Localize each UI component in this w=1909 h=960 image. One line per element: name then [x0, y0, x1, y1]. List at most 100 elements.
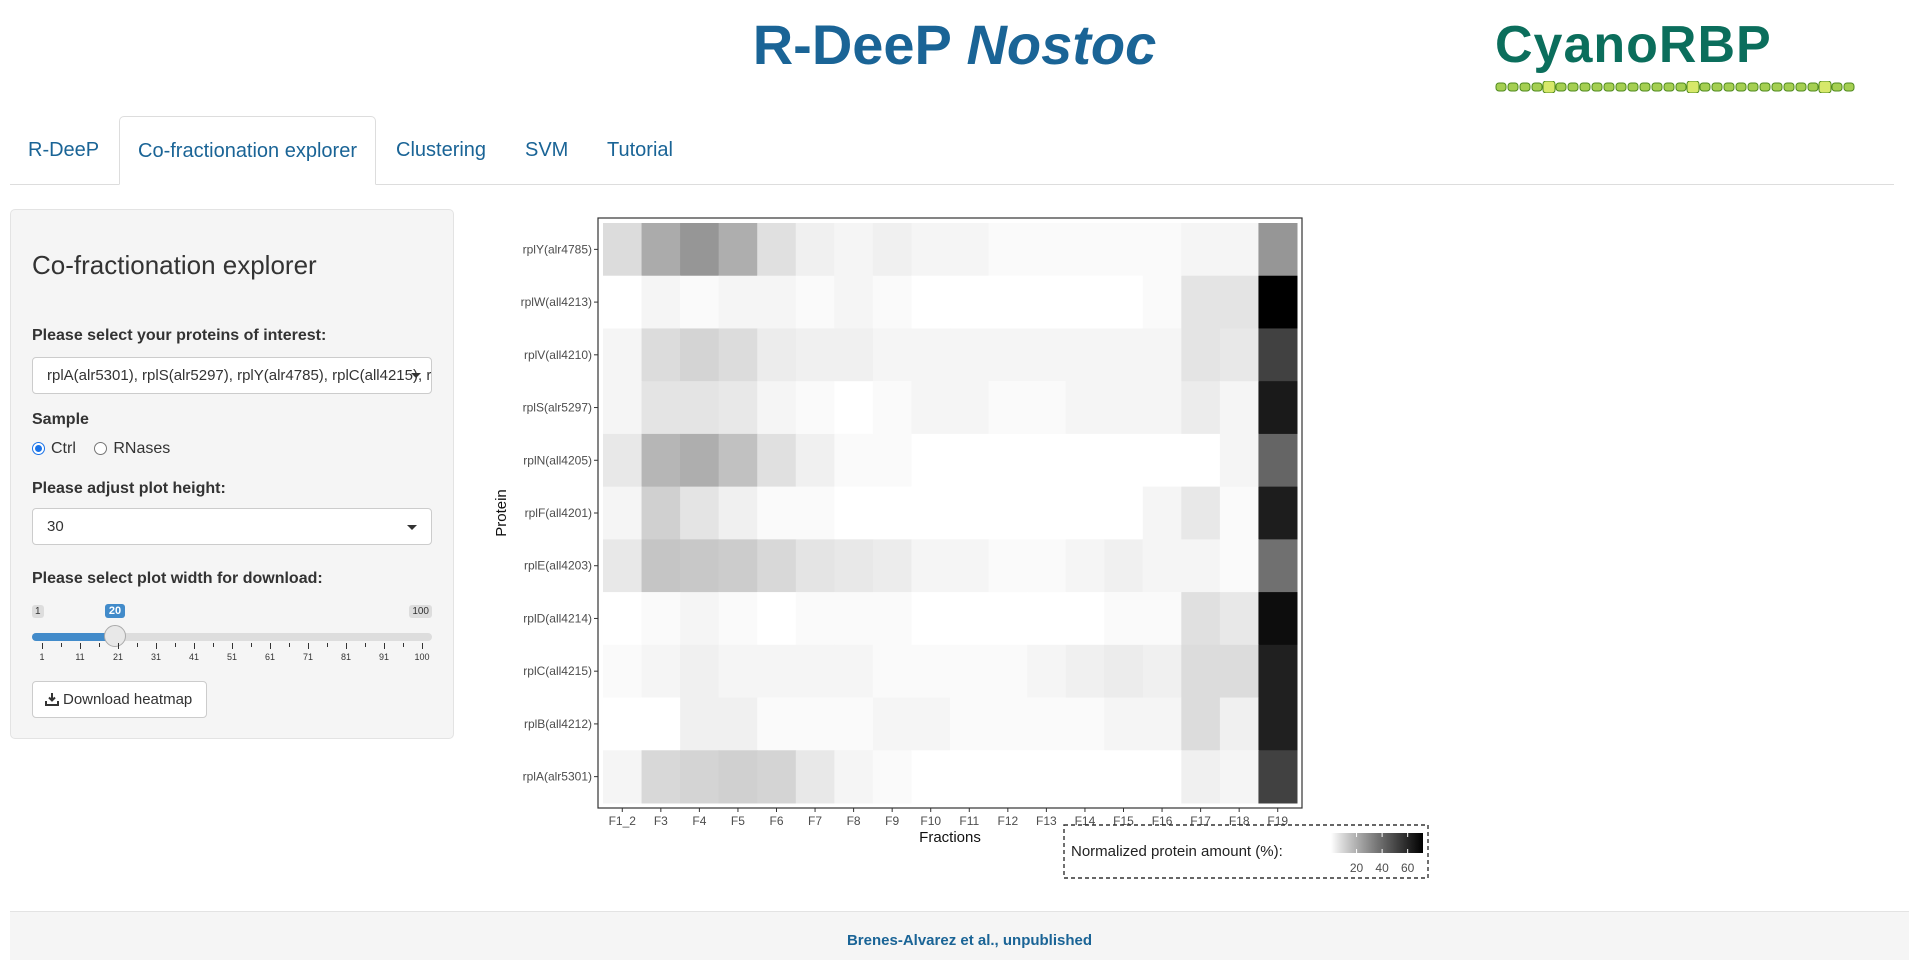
y-tick-label: rplB(all4212) [524, 717, 592, 731]
width-label: Please select plot width for download: [32, 570, 323, 587]
slider-tick [156, 643, 157, 649]
filament-cell [1711, 82, 1723, 92]
heatmap-cell [641, 381, 681, 435]
heatmap-cell [1258, 275, 1298, 329]
heatmap-cell [834, 328, 874, 382]
radio-ctrl-label: Ctrl [51, 440, 76, 457]
slider-max: 100 [409, 605, 432, 618]
heatmap-cell [834, 381, 874, 435]
y-tick-label: rplC(all4215) [523, 664, 592, 678]
slider-tick-label: 100 [414, 652, 430, 662]
heatmap-cell [1027, 750, 1067, 804]
tab-clustering[interactable]: Clustering [378, 116, 504, 183]
heatmap-cell [950, 433, 990, 488]
heatmap-cell [950, 381, 990, 435]
heatmap-cell [911, 750, 951, 804]
heatmap-cell [1065, 275, 1105, 329]
filament-cell [1663, 82, 1675, 92]
y-tick-label: rplF(all4201) [525, 506, 592, 520]
radio-ctrl[interactable]: Ctrl [32, 440, 76, 457]
slider-handle[interactable] [103, 625, 126, 647]
tab-r-deep[interactable]: R-DeeP [10, 116, 117, 183]
heatmap-cell [950, 750, 990, 804]
heatmap-cell [872, 328, 912, 382]
proteins-select[interactable]: rplA(alr5301), rplS(alr5297), rplY(alr47… [32, 357, 432, 394]
height-select[interactable]: 30 [32, 508, 432, 545]
heatmap-cell [795, 223, 835, 277]
heatmap-cell [911, 697, 951, 751]
filament-cell [1686, 81, 1700, 93]
sample-radio-group: Ctrl RNases [32, 440, 170, 458]
sidebar-title: Co-fractionation explorer [32, 250, 317, 280]
slider-tick-label: 31 [150, 652, 161, 662]
heatmap-cell [950, 592, 990, 646]
heatmap-cell [757, 223, 797, 277]
heatmap-cell [834, 592, 874, 646]
heatmap-cell [1258, 433, 1298, 488]
heatmap-cell [1142, 644, 1182, 699]
heatmap-cell [1181, 381, 1221, 435]
heatmap-cell [1181, 433, 1221, 488]
heatmap-cell [1258, 486, 1298, 540]
slider-tick-label: 41 [188, 652, 199, 662]
heatmap-cell [795, 644, 835, 699]
heatmap-cell [911, 275, 951, 329]
heatmap-cell [603, 381, 643, 435]
filament-cell [1818, 81, 1832, 93]
heatmap-cell [1104, 223, 1144, 277]
filament-chain-icon [1495, 81, 1855, 93]
heatmap-cell [950, 697, 990, 751]
radio-rnases[interactable]: RNases [94, 440, 170, 457]
heatmap-cell [1258, 539, 1298, 593]
slider-tick [80, 643, 81, 649]
tab-co-fractionation-explorer[interactable]: Co-fractionation explorer [119, 116, 376, 185]
radio-rnases-button[interactable] [94, 442, 108, 455]
heatmap-cell [1258, 328, 1298, 382]
filament-cell [1579, 82, 1591, 92]
radio-ctrl-button[interactable] [32, 442, 45, 455]
x-tick-label: F4 [692, 814, 706, 828]
slider-tick [346, 643, 347, 649]
heatmap-cell [1258, 223, 1298, 277]
filament-cell [1542, 81, 1556, 93]
slider-tick-label: 21 [112, 652, 123, 662]
filament-cell [1699, 82, 1711, 92]
legend-colorbar [1331, 833, 1423, 853]
heatmap-cell [1219, 592, 1259, 646]
slider-minor-tick [365, 643, 366, 647]
heatmap-cell [1181, 275, 1221, 329]
width-slider[interactable]: 1 100 20 1 11 21 31 41 51 61 71 81 91 100 [32, 593, 432, 663]
filament-cell [1651, 82, 1663, 92]
heatmap-cell [988, 381, 1028, 435]
heatmap-cell [603, 275, 643, 329]
heatmap-cell [911, 328, 951, 382]
heatmap-cell [911, 223, 951, 277]
heatmap-cell [1258, 644, 1298, 699]
slider-minor-tick [99, 643, 100, 647]
x-tick-label: F6 [769, 814, 783, 828]
heatmap-cell [1219, 697, 1259, 751]
x-tick-label: F9 [885, 814, 899, 828]
slider-minor-tick [327, 643, 328, 647]
heatmap-cell [603, 539, 643, 593]
download-heatmap-button[interactable]: Download heatmap [32, 681, 208, 718]
heatmap-cell [1104, 644, 1144, 699]
filament-cell [1747, 82, 1759, 92]
tab-svm[interactable]: SVM [507, 116, 586, 183]
download-icon [45, 693, 59, 706]
filament-cell [1507, 82, 1519, 92]
heatmap-cell [757, 486, 797, 540]
heatmap-cell [757, 750, 797, 804]
filament-cell [1615, 82, 1627, 92]
heatmap-cell [641, 433, 681, 488]
height-label: Please adjust plot height: [32, 480, 226, 497]
chevron-down-icon [411, 373, 421, 378]
filament-cell [1783, 82, 1795, 92]
heatmap-cell [950, 328, 990, 382]
heatmap-cell [1219, 644, 1259, 699]
heatmap-cell [1181, 697, 1221, 751]
heatmap-cell [757, 697, 797, 751]
heatmap-cell [641, 223, 681, 277]
tab-tutorial[interactable]: Tutorial [589, 116, 691, 183]
heatmap-cell [1181, 539, 1221, 593]
